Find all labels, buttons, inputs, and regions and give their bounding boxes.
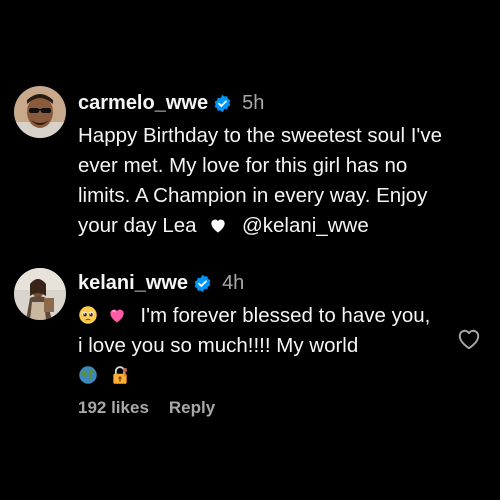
comment-actions: 192 likes Reply [78, 398, 215, 418]
username[interactable]: carmelo_wwe [78, 90, 208, 116]
avatar-image [14, 268, 66, 320]
pink-heart-icon [107, 305, 127, 325]
verified-badge-icon [213, 94, 232, 113]
timestamp: 4h [222, 272, 245, 294]
lock-with-key-icon [110, 365, 130, 385]
globe-icon [78, 365, 98, 385]
comment-text: Happy Birthday to the sweetest soul I've… [78, 121, 460, 241]
timestamp: 5h [242, 92, 265, 114]
likes-count[interactable]: 192 likes [78, 398, 149, 418]
mention-link[interactable]: @kelani_wwe [242, 214, 369, 237]
avatar-image [14, 86, 66, 138]
comment-header: kelani_wwe 4h [78, 270, 460, 296]
pleading-face-icon [78, 305, 98, 325]
comment-header: carmelo_wwe 5h [78, 90, 460, 116]
comment-body: kelani_wwe 4h I'm forever blessed to hav… [78, 270, 460, 391]
comment-body: carmelo_wwe 5h Happy Birthday to the swe… [78, 90, 460, 241]
username[interactable]: kelani_wwe [78, 270, 188, 296]
avatar[interactable] [14, 268, 66, 320]
verified-badge-icon [193, 274, 212, 293]
avatar[interactable] [14, 86, 66, 138]
heart-outline-icon[interactable] [456, 326, 482, 352]
white-heart-icon [208, 215, 228, 235]
comment-text: I'm forever blessed to have you, i love … [78, 301, 460, 391]
reply-button[interactable]: Reply [169, 398, 215, 418]
comment-text-content: I'm forever blessed to have you, i love … [78, 304, 431, 357]
